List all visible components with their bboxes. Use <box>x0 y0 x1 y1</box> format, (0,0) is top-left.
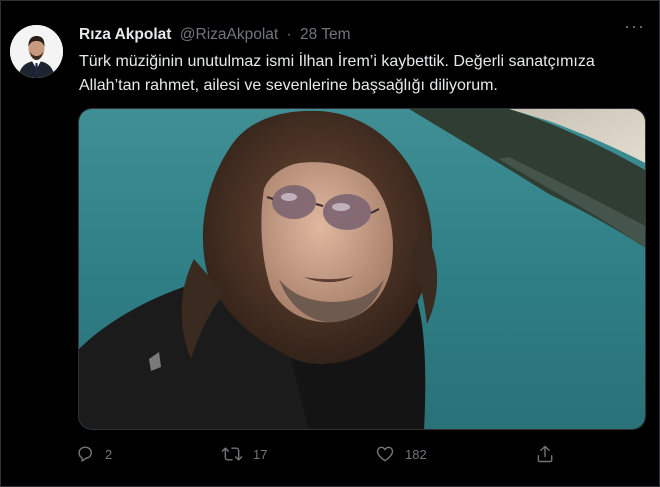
tweet-header: Rıza Akpolat @RizaAkpolat · 28 Tem <box>79 25 351 45</box>
tweet-text-line-2: Allah’tan rahmet, ailesi ve sevenlerine … <box>79 77 498 94</box>
reply-icon <box>78 446 92 462</box>
heart-icon <box>376 446 394 462</box>
tweet-photo[interactable] <box>78 108 646 430</box>
author-name[interactable]: Rıza Akpolat <box>79 26 171 43</box>
retweet-button[interactable]: 17 <box>221 443 267 465</box>
like-count: 182 <box>405 446 427 462</box>
photo-illustration <box>79 109 645 429</box>
timestamp[interactable]: 28 Tem <box>300 26 351 43</box>
avatar-image <box>10 25 63 78</box>
tweet-text: Türk müziğinin unutulmaz ismi İlhan İrem… <box>79 50 649 98</box>
tweet-actions: 2 17 182 <box>75 443 565 467</box>
tweet-text-line-1: Türk müziğinin unutulmaz ismi İlhan İrem… <box>79 53 595 70</box>
share-button[interactable] <box>535 443 555 465</box>
separator-dot: · <box>286 26 292 43</box>
share-icon <box>537 445 553 463</box>
tweet-card[interactable]: Rıza Akpolat @RizaAkpolat · 28 Tem ··· T… <box>0 0 660 487</box>
reply-count: 2 <box>105 446 113 462</box>
reply-button[interactable]: 2 <box>75 443 112 465</box>
author-handle[interactable]: @RizaAkpolat <box>180 26 278 43</box>
like-button[interactable]: 182 <box>375 443 427 465</box>
retweet-count: 17 <box>253 446 268 462</box>
retweet-icon <box>221 447 243 461</box>
avatar[interactable] <box>10 25 63 78</box>
more-options-icon[interactable]: ··· <box>624 17 645 35</box>
